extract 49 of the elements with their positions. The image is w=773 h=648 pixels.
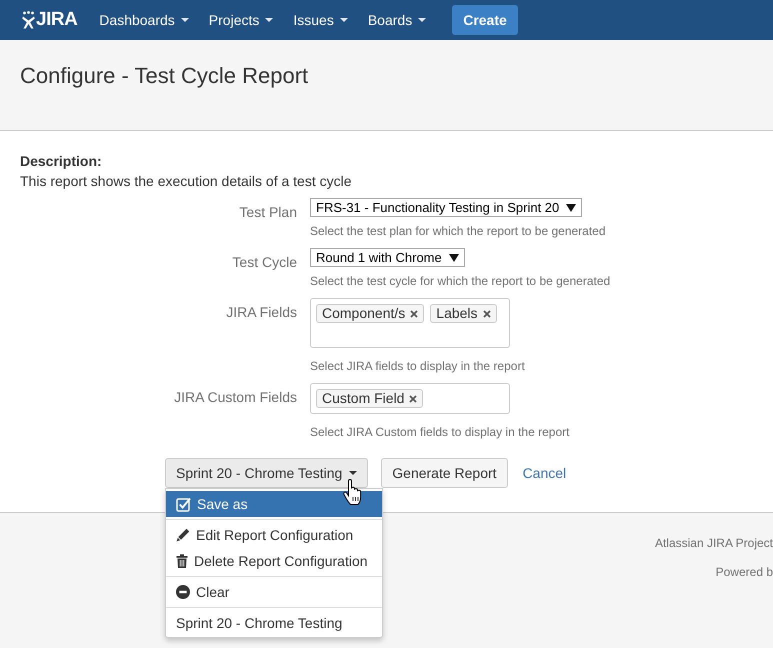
footer-text: Powered b [716, 564, 773, 580]
remove-icon [410, 310, 418, 318]
pencil-icon [176, 528, 190, 542]
page-title: Configure - Test Cycle Report [20, 62, 308, 90]
help-text: Select the test cycle for which the report to be generated [310, 273, 610, 289]
multi-select-field[interactable]: Component/s Labels [310, 298, 510, 348]
menu-item[interactable]: Edit Report Configuration [166, 522, 382, 548]
checkbox-icon [176, 496, 191, 512]
field-label: Test Cycle [232, 253, 297, 272]
logo-text: JIRA [36, 9, 78, 31]
multi-select-field[interactable]: Custom Field [310, 383, 510, 414]
footer-text: Atlassian JIRA Project [654, 535, 773, 551]
nav-menu[interactable]: Boards [358, 0, 436, 40]
field-tag[interactable]: Custom Field [316, 389, 424, 408]
field-label: JIRA Fields [226, 303, 297, 322]
cancel-link[interactable]: Cancel [522, 462, 566, 484]
caret-icon [180, 18, 189, 22]
logo-icon [22, 11, 35, 29]
help-text: Select JIRA Custom fields to display in the report [310, 424, 570, 440]
nav-menu[interactable]: Projects [198, 0, 284, 40]
menu-item[interactable]: Delete Report Configuration [166, 548, 382, 574]
caret-icon [265, 18, 274, 22]
menu-item[interactable]: Clear [166, 579, 382, 605]
field-label: JIRA Custom Fields [174, 388, 297, 407]
help-text: Select the test plan for which the report to be generated [310, 223, 606, 239]
description-heading: Description: [20, 152, 102, 171]
configuration-dropdown-button[interactable]: Sprint 20 - Chrome Testing [165, 458, 368, 488]
field-tag[interactable]: Component/s [316, 304, 424, 323]
minus-circle-icon [176, 585, 190, 599]
caret-icon [340, 18, 348, 22]
nav-menu[interactable]: Issues [283, 0, 358, 40]
dropdown-arrow-icon [448, 254, 459, 262]
menu-item[interactable]: Sprint 20 - Chrome Testing [166, 610, 382, 636]
caret-icon [349, 471, 358, 475]
create-button[interactable]: Create [452, 5, 518, 35]
select-dropdown[interactable]: Round 1 with Chrome [310, 248, 465, 267]
field-tag[interactable]: Labels [430, 304, 497, 323]
generate-report-button[interactable]: Generate Report [381, 458, 508, 488]
remove-icon [409, 394, 418, 402]
remove-icon [482, 310, 491, 318]
nav-menu[interactable]: Dashboards [89, 0, 199, 40]
field-label: Test Plan [239, 203, 297, 222]
caret-icon [418, 18, 426, 22]
help-text: Select JIRA fields to display in the report [310, 358, 525, 374]
description-text: This report shows the execution details of a test cycle [20, 172, 352, 191]
select-dropdown[interactable]: FRS-31 - Functionality Testing in Sprint 20 [310, 198, 582, 217]
trash-icon [176, 554, 188, 568]
menu-item[interactable]: Save as [166, 491, 382, 517]
dropdown-arrow-icon [566, 204, 576, 212]
